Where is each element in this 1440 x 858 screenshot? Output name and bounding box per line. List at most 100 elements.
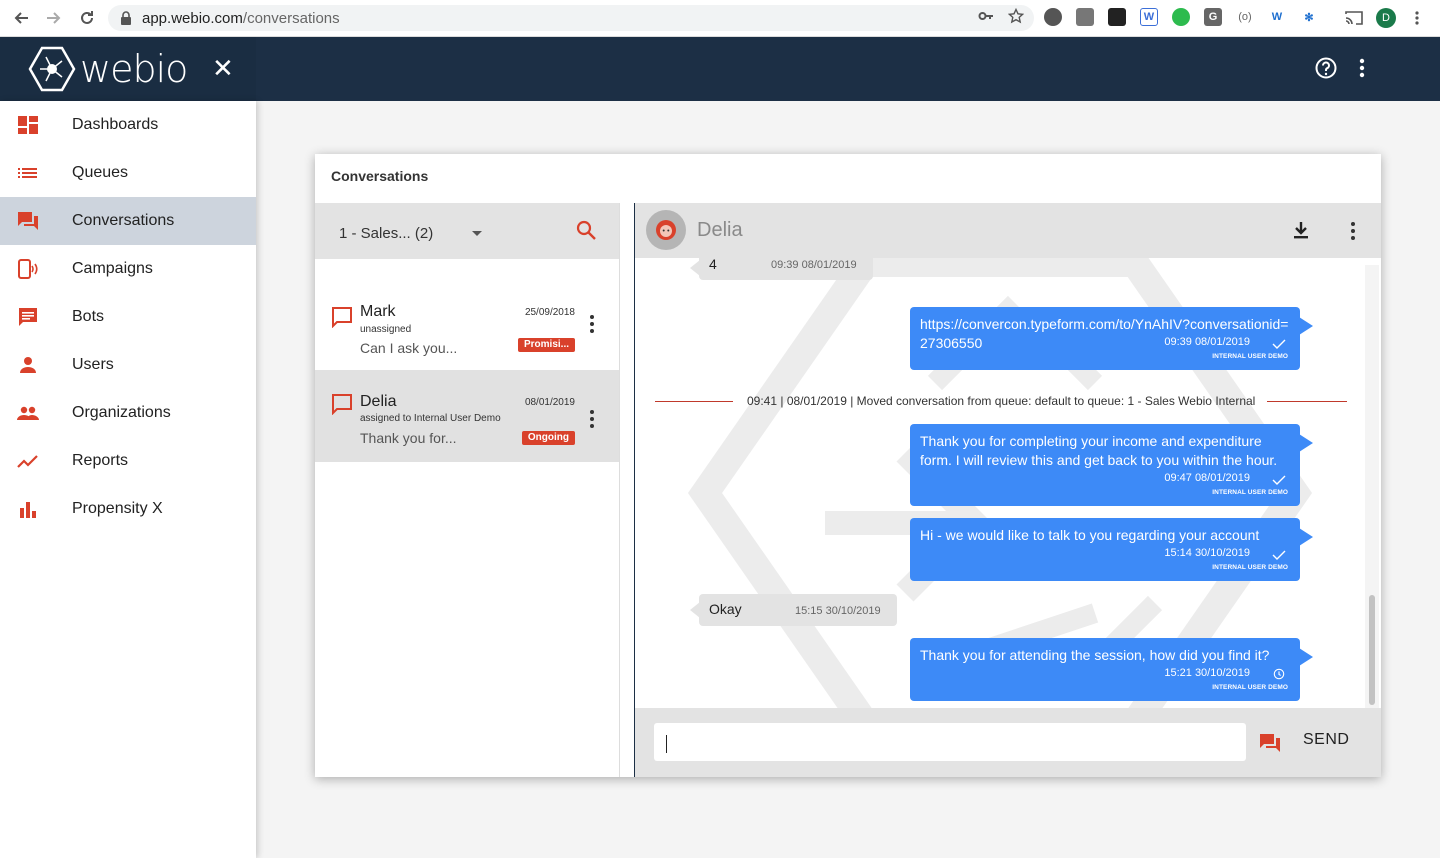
message-time: 15:15 30/10/2019 [795,605,881,617]
forum-icon[interactable] [1259,732,1281,754]
conversation-list: 1 - Sales... (2) Mark unassigned Can I a… [315,203,620,777]
extension-w-icon[interactable]: W [1268,8,1286,26]
queue-select[interactable]: 1 - Sales... (2) [339,225,433,242]
key-icon[interactable] [978,8,994,24]
extension-icon[interactable] [1044,8,1062,26]
chat-header: Delia [635,203,1381,258]
system-event: 09:41 | 08/01/2019 | Moved conversation … [655,393,1347,409]
sidebar-item-label: Queues [72,164,129,181]
lock-icon [121,11,131,25]
sender-label: INTERNAL USER DEMO [1212,353,1288,360]
message-input[interactable] [654,723,1246,761]
assignment-text: unassigned [360,324,412,335]
message-text: Thank you for completing your income and… [920,433,1278,468]
trending-icon [17,455,38,468]
chevron-down-icon[interactable] [472,231,482,236]
extension-icon[interactable] [1108,8,1126,26]
text-cursor [666,735,667,753]
forward-icon[interactable] [39,3,69,33]
forum-icon [18,212,38,230]
message-time: 15:14 30/10/2019 [1164,547,1250,559]
extension-icon[interactable] [1172,8,1190,26]
url-host: app.webio.com [142,9,243,27]
sidebar-item-label: Propensity X [72,500,163,517]
incoming-message: Okay 15:15 30/10/2019 [690,594,897,626]
sidebar-item-label: Users [72,356,114,373]
sidebar-item-reports[interactable]: Reports [0,437,256,485]
message-text: Okay [709,601,742,617]
message-preview: Can I ask you... [360,340,458,356]
more-vert-icon[interactable] [1347,220,1359,242]
sidebar-item-organizations[interactable]: Organizations [0,389,256,437]
sender-label: INTERNAL USER DEMO [1212,684,1288,691]
outgoing-message: Hi - we would like to talk to you regard… [910,518,1313,581]
address-bar[interactable]: app.webio.com/conversations [108,5,1034,31]
reload-icon[interactable] [72,3,102,33]
status-badge: Promisi... [517,338,575,352]
message-preview: Thank you for... [360,430,457,446]
cast-icon[interactable] [1345,10,1363,26]
sidebar-item-propensity-x[interactable]: Propensity X [0,485,256,533]
help-icon[interactable] [1314,56,1338,80]
sidebar-item-bots[interactable]: Bots [0,293,256,341]
profile-avatar[interactable]: D [1376,8,1396,28]
conversations-panel: Conversations 1 - Sales... (2) Mark unas… [315,154,1381,777]
sidebar-item-campaigns[interactable]: Campaigns [0,245,256,293]
scrollbar-thumb[interactable] [1369,595,1375,705]
sidebar-item-label: Reports [72,452,129,469]
extension-w-icon[interactable]: W [1140,8,1158,26]
browser-menu-icon[interactable] [1414,10,1420,26]
list-item[interactable]: Mark unassigned Can I ask you... 25/09/2… [315,286,619,378]
outgoing-message: Thank you for completing your income and… [910,424,1313,506]
contact-name: Delia [360,393,397,410]
message-text: Hi - we would like to talk to you regard… [920,527,1260,543]
contact-name: Mark [360,303,396,320]
list-icon [18,168,37,178]
chat-contact-name: Delia [697,219,743,241]
close-menu-button[interactable]: ✕ [212,55,234,81]
outgoing-message: https://convercon.typeform.com/to/YnAhIV… [910,307,1313,370]
chat-outline-icon [332,394,352,415]
sender-label: INTERNAL USER DEMO [1212,564,1288,571]
sidebar: Dashboards Queues Conversations Campaign… [0,101,256,858]
sidebar-item-dashboards[interactable]: Dashboards [0,101,256,149]
broadcast-icon[interactable]: (o) [1236,8,1254,26]
divider [1267,401,1347,402]
clock-icon [1273,668,1285,680]
download-icon[interactable] [1291,220,1311,240]
extension-icon[interactable]: ✻ [1300,8,1318,26]
sidebar-item-label: Organizations [72,404,171,421]
sidebar-item-conversations[interactable]: Conversations [0,197,256,245]
sidebar-item-users[interactable]: Users [0,341,256,389]
sidebar-item-label: Campaigns [72,260,153,277]
message-text: 4 [709,256,717,272]
drive-icon[interactable] [1076,8,1094,26]
url-path: /conversations [242,9,340,27]
send-button[interactable]: SEND [1303,731,1349,749]
dashboard-icon [18,116,38,134]
app-header: webio ✕ [0,37,1440,101]
more-vert-icon[interactable] [1352,56,1372,80]
sender-label: INTERNAL USER DEMO [1212,489,1288,496]
more-vert-icon[interactable] [589,409,595,429]
check-icon [1272,339,1286,349]
list-header: 1 - Sales... (2) [315,203,619,259]
chat-bubble-icon [19,308,37,326]
conversation-date: 25/09/2018 [524,307,575,318]
sidebar-item-queues[interactable]: Queues [0,149,256,197]
message-time: 09:39 08/01/2019 [771,259,857,271]
incoming-message: 4 09:39 08/01/2019 [690,252,873,280]
sidebar-item-label: Dashboards [72,116,159,133]
extension-g-icon[interactable]: G [1204,8,1222,26]
search-icon[interactable] [575,219,597,241]
more-vert-icon[interactable] [589,314,595,334]
logo-text: webio [80,47,188,91]
sidebar-item-label: Bots [72,308,105,325]
star-icon[interactable] [1008,8,1024,24]
list-item[interactable]: Delia assigned to Internal User Demo Tha… [315,370,619,462]
browser-toolbar: app.webio.com/conversations W G (o) W ✻ … [0,0,1440,37]
divider [655,401,733,402]
message-time: 15:21 30/10/2019 [1164,667,1250,679]
back-icon[interactable] [6,3,36,33]
status-badge: Ongoing [521,431,575,445]
